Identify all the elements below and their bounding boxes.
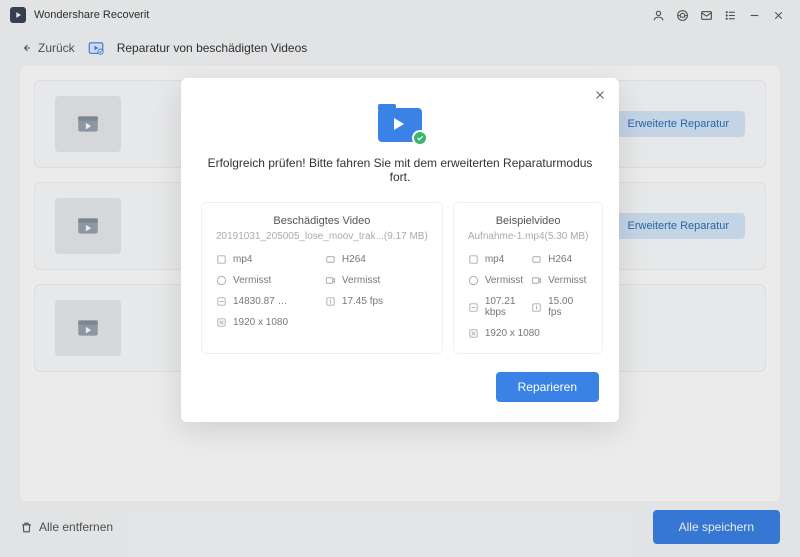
prop-bitrate: 107.21 kbps <box>468 296 525 318</box>
repair-dialog: Erfolgreich prüfen! Bitte fahren Sie mit… <box>181 78 619 422</box>
prop-codec: H264 <box>531 254 588 265</box>
prop-fps: 15.00 fps <box>531 296 588 318</box>
prop-audio: Vermisst <box>216 275 319 286</box>
modal-overlay: Erfolgreich prüfen! Bitte fahren Sie mit… <box>0 0 800 557</box>
prop-frameinfo: Vermisst <box>531 275 588 286</box>
prop-resolution: 1920 x 1080 <box>216 317 428 328</box>
prop-codec: H264 <box>325 254 428 265</box>
sample-title: Beispielvideo <box>468 215 589 227</box>
damaged-filename: 20191031_205005_lose_moov_trak...(9.17 M… <box>216 231 428 242</box>
prop-frameinfo: Vermisst <box>325 275 428 286</box>
damaged-title: Beschädigtes Video <box>216 215 428 227</box>
prop-audio: Vermisst <box>468 275 525 286</box>
prop-bitrate: 14830.87 … <box>216 296 319 307</box>
prop-resolution: 1920 x 1080 <box>468 328 589 339</box>
prop-format: mp4 <box>216 254 319 265</box>
prop-format: mp4 <box>468 254 525 265</box>
dialog-close-button[interactable] <box>593 88 607 107</box>
sample-filename: Aufnahme-1.mp4(5.30 MB) <box>468 231 589 242</box>
repair-button[interactable]: Reparieren <box>496 372 599 402</box>
prop-fps: 17.45 fps <box>325 296 428 307</box>
damaged-video-panel: Beschädigtes Video 20191031_205005_lose_… <box>201 202 443 354</box>
sample-video-panel: Beispielvideo Aufnahme-1.mp4(5.30 MB) mp… <box>453 202 604 354</box>
dialog-message: Erfolgreich prüfen! Bitte fahren Sie mit… <box>201 156 599 184</box>
dialog-success-icon <box>201 104 599 142</box>
